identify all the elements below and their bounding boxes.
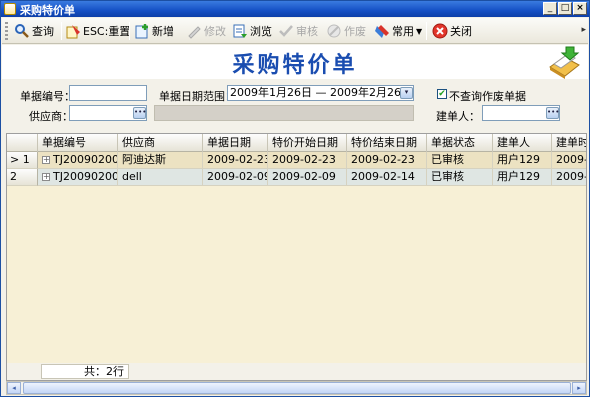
column-header[interactable]: 单据状态 xyxy=(427,134,493,152)
edit-button[interactable]: 修改 xyxy=(186,21,226,41)
toolbar-separator xyxy=(61,22,62,40)
common-menu-button[interactable]: 常用 ▼ xyxy=(374,21,422,41)
reset-icon xyxy=(65,23,81,39)
creator-cell[interactable]: 用户129 xyxy=(493,169,552,186)
column-header[interactable]: 单据编号 xyxy=(38,134,118,152)
void-icon xyxy=(326,23,342,39)
reset-button[interactable]: ESC:重置 xyxy=(65,21,130,41)
add-icon xyxy=(134,23,150,39)
expand-row-icon[interactable]: + xyxy=(42,173,50,181)
row-indicator[interactable]: > 1 xyxy=(7,152,38,169)
grid-header: 单据编号 供应商 单据日期 特价开始日期 特价结束日期 单据状态 建单人 建单时 xyxy=(7,134,586,152)
scroll-left-button[interactable]: ◂ xyxy=(7,382,21,394)
supplier-label: 供应商： xyxy=(29,110,73,123)
row-count: 共：2行 xyxy=(41,364,129,379)
doc-no-input[interactable] xyxy=(69,85,147,101)
scroll-right-button[interactable]: ▸ xyxy=(572,382,586,394)
toolbar-separator xyxy=(129,22,130,40)
column-header[interactable]: 建单时 xyxy=(552,134,586,152)
created-time-cell[interactable]: 2009-0 xyxy=(552,152,586,169)
horizontal-scrollbar[interactable]: ◂ ▸ xyxy=(6,381,587,395)
title-bar[interactable]: 采购特价单 _ □ × xyxy=(1,1,589,17)
edit-icon xyxy=(186,23,202,39)
row-indicator[interactable]: 2 xyxy=(7,169,38,186)
maximize-button[interactable]: □ xyxy=(558,2,572,15)
end-date-cell[interactable]: 2009-02-14 xyxy=(347,169,427,186)
scrollbar-thumb[interactable] xyxy=(23,382,571,394)
app-icon xyxy=(4,3,16,15)
close-button[interactable]: 关闭 xyxy=(432,21,472,41)
doc-no-cell[interactable]: +TJ200902001 xyxy=(38,169,118,186)
expand-row-icon[interactable]: + xyxy=(42,156,50,164)
supplier-name-display xyxy=(154,105,414,121)
column-header[interactable]: 特价开始日期 xyxy=(268,134,347,152)
column-header[interactable]: 供应商 xyxy=(118,134,203,152)
creator-cell[interactable]: 用户129 xyxy=(493,152,552,169)
results-grid: 单据编号 供应商 单据日期 特价开始日期 特价结束日期 单据状态 建单人 建单时… xyxy=(6,133,587,364)
supplier-lookup-button[interactable]: ••• xyxy=(133,107,146,119)
start-date-cell[interactable]: 2009-02-23 xyxy=(268,152,347,169)
date-cell[interactable]: 2009-02-09 xyxy=(203,169,268,186)
column-header[interactable]: 建单人 xyxy=(493,134,552,152)
table-row[interactable]: 2 +TJ200902001 dell 2009-02-09 2009-02-0… xyxy=(7,169,586,186)
created-time-cell[interactable]: 2009-0 xyxy=(552,169,586,186)
date-range-label: 单据日期范围： xyxy=(159,90,236,103)
toolbar-grip[interactable] xyxy=(5,22,8,40)
browse-icon xyxy=(232,23,248,39)
status-cell[interactable]: 已审核 xyxy=(427,169,493,186)
creator-label: 建单人： xyxy=(436,110,480,123)
start-date-cell[interactable]: 2009-02-09 xyxy=(268,169,347,186)
filter-panel: 单据编号： 单据日期范围： 2009年1月26日 — 2009年2月26日 ▾ … xyxy=(2,79,588,127)
favorites-icon xyxy=(374,23,390,39)
audit-icon xyxy=(278,23,294,39)
doc-no-cell[interactable]: +TJ200902002 xyxy=(38,152,118,169)
purchase-special-price-window: 采购特价单 _ □ × 查询 ESC:重置 新增 修改 浏览 审核 作废 常用 … xyxy=(0,0,590,397)
date-cell[interactable]: 2009-02-23 xyxy=(203,152,268,169)
minimize-button[interactable]: _ xyxy=(543,2,557,15)
search-icon xyxy=(14,23,30,39)
end-date-cell[interactable]: 2009-02-23 xyxy=(347,152,427,169)
date-dropdown-button[interactable]: ▾ xyxy=(400,87,413,99)
creator-lookup-button[interactable]: ••• xyxy=(546,107,559,119)
column-header[interactable]: 单据日期 xyxy=(203,134,268,152)
close-icon xyxy=(432,23,448,39)
column-header[interactable]: 特价结束日期 xyxy=(347,134,427,152)
status-cell[interactable]: 已审核 xyxy=(427,152,493,169)
exclude-void-label: 不查询作废单据 xyxy=(449,90,526,103)
close-window-button[interactable]: × xyxy=(573,2,587,15)
exclude-void-checkbox[interactable]: ✔ xyxy=(437,89,447,99)
browse-button[interactable]: 浏览 xyxy=(232,21,272,41)
date-range-input[interactable]: 2009年1月26日 — 2009年2月26日 xyxy=(227,85,414,101)
row-indicator-header xyxy=(7,134,38,152)
supplier-cell[interactable]: dell xyxy=(118,169,203,186)
table-row[interactable]: > 1 +TJ200902002 阿迪达斯 2009-02-23 2009-02… xyxy=(7,152,586,169)
toolbar: 查询 ESC:重置 新增 修改 浏览 审核 作废 常用 ▼ 关闭 ▸ xyxy=(2,18,588,44)
toolbar-separator xyxy=(426,22,427,40)
supplier-cell[interactable]: 阿迪达斯 xyxy=(118,152,203,169)
audit-button[interactable]: 审核 xyxy=(278,21,318,41)
add-button[interactable]: 新增 xyxy=(134,21,174,41)
document-logo-icon xyxy=(546,45,582,79)
chevron-down-icon: ▼ xyxy=(416,26,423,36)
page-title: 采购特价单 xyxy=(232,52,358,78)
void-button[interactable]: 作废 xyxy=(326,21,366,41)
grid-footer: 共：2行 xyxy=(6,363,587,381)
form-header: 采购特价单 xyxy=(2,45,588,79)
query-button[interactable]: 查询 xyxy=(14,21,54,41)
toolbar-overflow-icon[interactable]: ▸ xyxy=(581,25,586,35)
window-title: 采购特价单 xyxy=(20,4,75,17)
doc-no-label: 单据编号： xyxy=(20,90,75,103)
